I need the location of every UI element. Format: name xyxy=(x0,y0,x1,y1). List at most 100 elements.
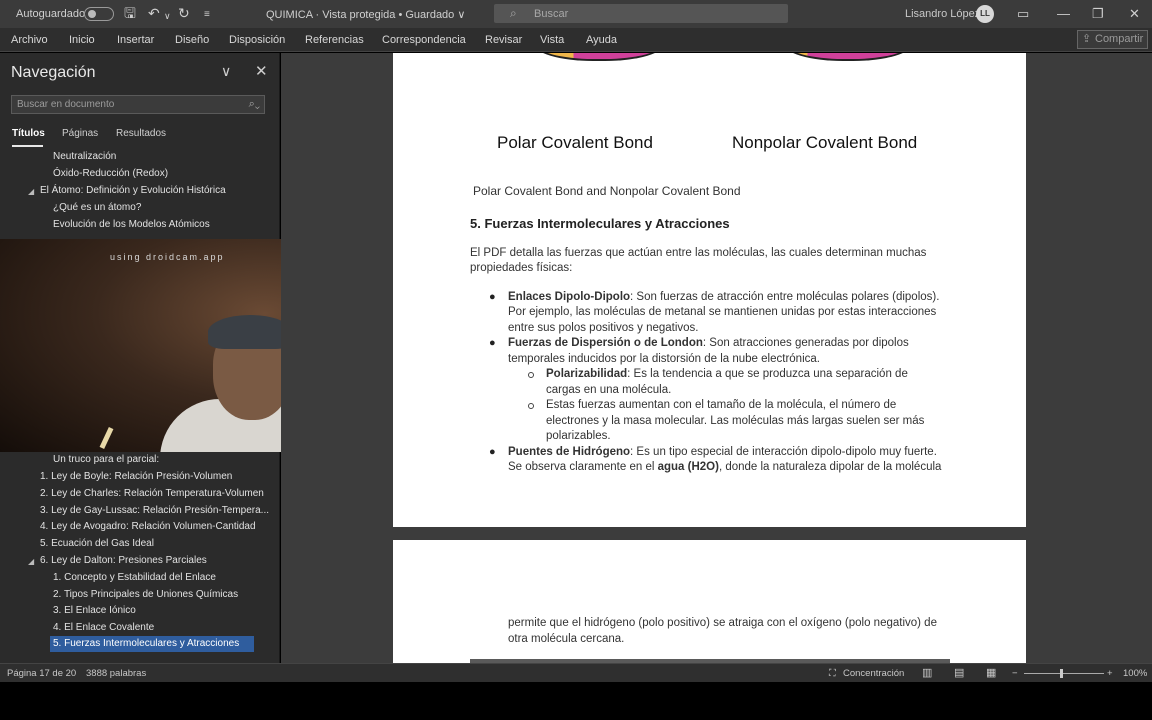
polar-bond-label: Polar Covalent Bond xyxy=(497,133,653,152)
focus-icon[interactable]: ⛶ xyxy=(829,668,836,679)
user-name[interactable]: Lisandro López xyxy=(905,8,980,20)
bullet-hidrogeno: Puentes de Hidrógeno: Es un tipo especia… xyxy=(508,445,937,460)
tab-ayuda[interactable]: Ayuda xyxy=(586,34,617,46)
bullet-text: : Son atracciones generadas por dipolos xyxy=(702,337,909,349)
read-mode-icon[interactable]: ▥ xyxy=(922,666,932,679)
nav-heading-enlace-ionico[interactable]: 3. El Enlace Iónico xyxy=(53,603,136,619)
search-icon[interactable]: ⌕⌄ xyxy=(249,96,260,113)
zoom-slider[interactable] xyxy=(1024,673,1104,674)
nav-heading-fuerzas-selected[interactable]: 5. Fuerzas Intermoleculares y Atraccione… xyxy=(50,636,254,652)
nav-heading-tipos-uniones[interactable]: 2. Tipos Principales de Uniones Químicas xyxy=(53,587,238,603)
web-layout-icon[interactable]: ▦ xyxy=(986,666,996,679)
continuation-text: permite que el hidrógeno (polo positivo)… xyxy=(508,617,937,629)
bullet-text: Por ejemplo, las moléculas de metanal se… xyxy=(508,306,937,318)
webcam-light-streak xyxy=(99,426,114,450)
bullet-text: Se observa claramente en el xyxy=(508,461,658,473)
bullet-dot: ● xyxy=(489,446,496,458)
nav-heading-truco[interactable]: Un truco para el parcial: xyxy=(53,452,159,468)
bullet-text: cargas en una molécula. xyxy=(546,384,672,396)
zoom-level[interactable]: 100% xyxy=(1123,668,1147,679)
tab-insertar[interactable]: Insertar xyxy=(117,34,154,46)
save-icon[interactable]: 🖫 xyxy=(124,5,136,21)
redo-icon[interactable]: ↻ xyxy=(178,5,190,21)
collapse-caret-icon[interactable]: ◢ xyxy=(28,187,34,196)
restore-icon[interactable]: ❐ xyxy=(1092,6,1104,22)
bullet-term: agua (H2O) xyxy=(657,461,719,473)
intro-line: propiedades físicas: xyxy=(470,262,573,274)
avatar[interactable]: LL xyxy=(976,5,994,23)
nav-heading-charles[interactable]: 2. Ley de Charles: Relación Temperatura-… xyxy=(40,486,264,502)
bullet-term: Fuerzas de Dispersión o de London xyxy=(508,337,703,349)
nav-heading-atomo[interactable]: El Átomo: Definición y Evolución Históri… xyxy=(40,183,226,199)
autosave-toggle[interactable] xyxy=(84,7,114,21)
polar-bond-diagram xyxy=(533,53,665,61)
tab-archivo[interactable]: Archivo xyxy=(11,34,48,46)
customize-toolbar-icon[interactable]: ≡ xyxy=(204,7,210,23)
tab-inicio[interactable]: Inicio xyxy=(69,34,95,46)
close-icon[interactable]: ✕ xyxy=(255,62,268,80)
bullet-london: Fuerzas de Dispersión o de London: Son a… xyxy=(508,336,909,351)
tab-diseno[interactable]: Diseño xyxy=(175,34,209,46)
zoom-out-icon[interactable]: − xyxy=(1012,668,1018,679)
nav-heading-modelos[interactable]: Evolución de los Modelos Atómicos xyxy=(53,217,210,233)
document-canvas[interactable]: Polar Covalent Bond Nonpolar Covalent Bo… xyxy=(281,53,1152,663)
nav-heading-neutralizacion[interactable]: Neutralización xyxy=(53,149,116,165)
bullet-text: , donde la naturaleza dipolar de la molé… xyxy=(718,461,942,473)
chevron-down-icon[interactable]: ∨ xyxy=(221,63,231,80)
nav-heading-avogadro[interactable]: 4. Ley de Avogadro: Relación Volumen-Can… xyxy=(40,519,256,535)
nonpolar-bond-diagram xyxy=(783,53,913,61)
tab-revisar[interactable]: Revisar xyxy=(485,34,522,46)
print-layout-icon[interactable]: ▤ xyxy=(954,666,964,679)
page-count[interactable]: Página 17 de 20 xyxy=(7,668,76,679)
nav-heading-que-es-atomo[interactable]: ¿Qué es un átomo? xyxy=(53,200,141,216)
nav-search-placeholder: Buscar en documento xyxy=(17,99,115,110)
bullet-dot: ● xyxy=(489,337,496,349)
active-tab-indicator xyxy=(12,145,43,147)
zoom-in-icon[interactable]: + xyxy=(1107,668,1113,679)
undo-icon[interactable]: ↶ xyxy=(148,5,160,21)
search-icon: ⌕ xyxy=(510,6,517,20)
share-button[interactable]: Compartir xyxy=(1077,30,1148,49)
nav-search-input[interactable]: Buscar en documento ⌕⌄ xyxy=(11,95,265,114)
nav-heading-concepto-enlace[interactable]: 1. Concepto y Estabilidad del Enlace xyxy=(53,570,216,586)
nav-heading-gas-ideal[interactable]: 5. Ecuación del Gas Ideal xyxy=(40,536,154,552)
bullet-term: Enlaces Dipolo-Dipolo xyxy=(508,291,631,303)
bullet-term: Puentes de Hidrógeno xyxy=(508,446,631,458)
continuation-text: otra molécula cercana. xyxy=(508,633,625,645)
document-page[interactable]: permite que el hidrógeno (polo positivo)… xyxy=(393,540,1026,663)
nav-heading-gay-lussac[interactable]: 3. Ley de Gay-Lussac: Relación Presión-T… xyxy=(40,503,269,519)
bullet-text: electrones y la masa molecular. Las molé… xyxy=(546,415,925,427)
collapse-caret-icon[interactable]: ◢ xyxy=(28,557,34,566)
tab-disposicion[interactable]: Disposición xyxy=(229,34,285,46)
tab-referencias[interactable]: Referencias xyxy=(305,34,364,46)
zoom-slider-thumb[interactable] xyxy=(1060,669,1063,678)
nav-heading-boyle[interactable]: 1. Ley de Boyle: Relación Presión-Volume… xyxy=(40,469,232,485)
focus-mode-button[interactable]: Concentración xyxy=(843,668,904,679)
image-caption: Polar Covalent Bond and Nonpolar Covalen… xyxy=(473,184,741,198)
close-icon[interactable]: ✕ xyxy=(1129,6,1140,22)
status-bar: Página 17 de 20 3888 palabras ⛶ Concentr… xyxy=(0,663,1152,682)
bullet-text: polarizables. xyxy=(546,430,611,442)
nonpolar-bond-label: Nonpolar Covalent Bond xyxy=(732,133,918,152)
document-page[interactable]: Polar Covalent Bond Nonpolar Covalent Bo… xyxy=(393,53,1026,527)
tab-vista[interactable]: Vista xyxy=(540,34,564,46)
bullet-text: entre sus polos positivos y negativos. xyxy=(508,322,699,334)
ribbon-display-icon[interactable]: ▭ xyxy=(1017,6,1029,22)
tab-titulos[interactable]: Títulos xyxy=(12,128,45,139)
undo-dropdown-icon[interactable]: ∨ xyxy=(164,8,171,24)
nav-heading-dalton[interactable]: 6. Ley de Dalton: Presiones Parciales xyxy=(40,553,207,569)
tab-paginas[interactable]: Páginas xyxy=(62,128,98,139)
minimize-icon[interactable]: — xyxy=(1057,6,1070,21)
document-title[interactable]: QUIMICA · Vista protegida • Guardado ∨ xyxy=(266,8,465,21)
word-count[interactable]: 3888 palabras xyxy=(86,668,146,679)
autosave-label: Autoguardado xyxy=(16,8,86,20)
nav-heading-redox[interactable]: Óxido-Reducción (Redox) xyxy=(53,166,168,182)
search-box[interactable]: ⌕ Buscar xyxy=(494,4,788,23)
bullet-text: : Es un tipo especial de interacción dip… xyxy=(630,446,937,458)
tab-resultados[interactable]: Resultados xyxy=(116,128,166,139)
nav-heading-enlace-covalente[interactable]: 4. El Enlace Covalente xyxy=(53,620,154,636)
title-bar: Autoguardado 🖫 ↶ ∨ ↻ ≡ QUIMICA · Vista p… xyxy=(0,0,1152,28)
tab-correspondencia[interactable]: Correspondencia xyxy=(382,34,466,46)
bullet-text-water: Se observa claramente en el agua (H2O), … xyxy=(508,460,941,475)
nav-title: Navegación xyxy=(11,64,96,81)
